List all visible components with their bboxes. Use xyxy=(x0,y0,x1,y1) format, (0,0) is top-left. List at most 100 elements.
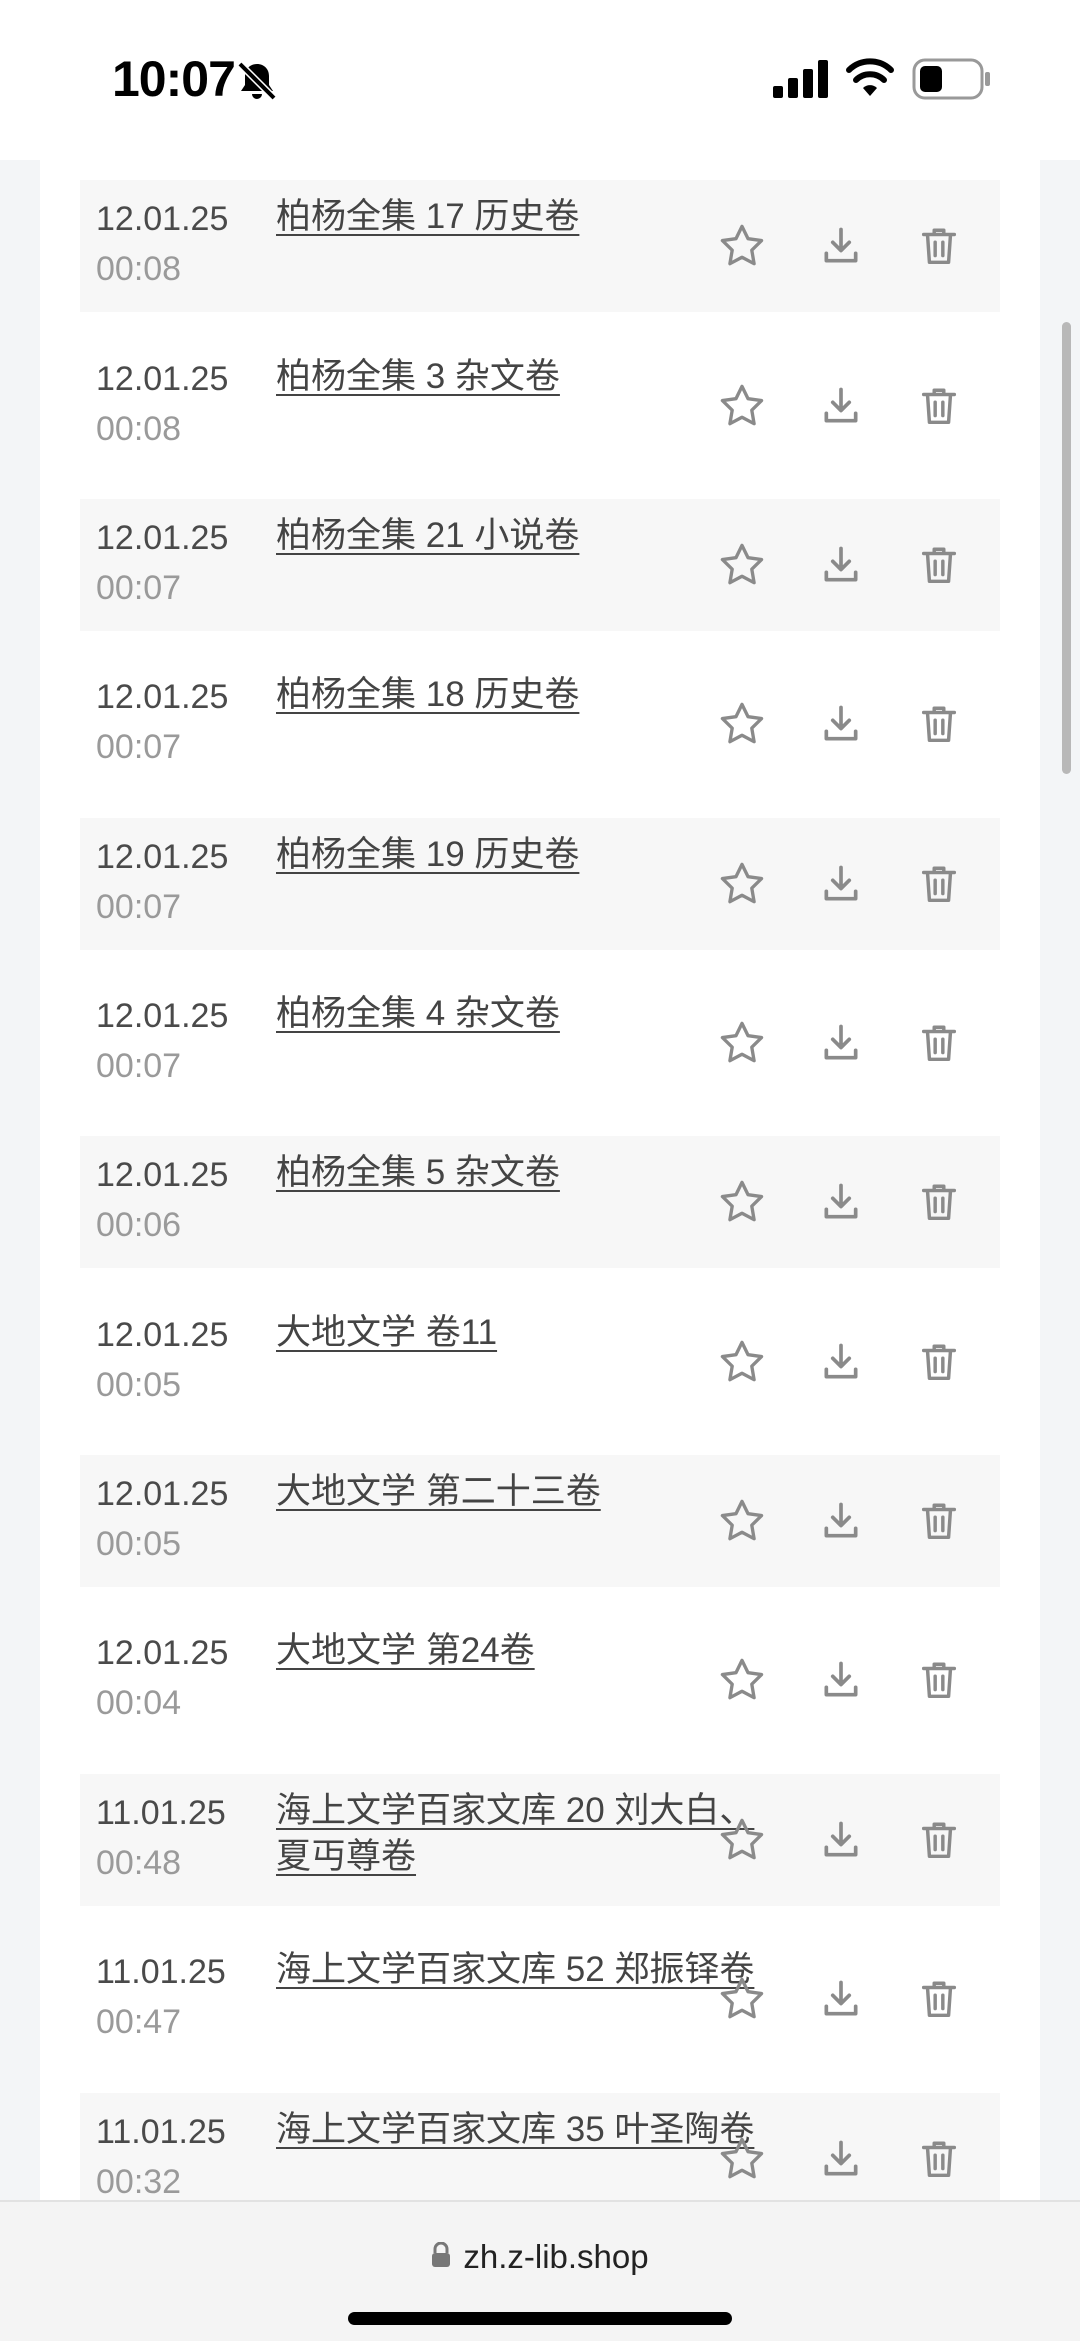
book-title-link[interactable]: 柏杨全集 17 历史卷 xyxy=(276,194,756,240)
list-item: 11.01.25 00:48 海上文学百家文库 20 刘大白、夏丏尊卷 xyxy=(80,1774,1000,1906)
star-icon[interactable] xyxy=(712,1969,772,2029)
download-icon[interactable] xyxy=(811,854,871,914)
battery-icon xyxy=(912,58,992,105)
row-date: 12.01.25 xyxy=(96,360,229,398)
trash-icon[interactable] xyxy=(909,1650,969,1710)
row-date: 12.01.25 xyxy=(96,1156,229,1194)
trash-icon[interactable] xyxy=(909,1969,969,2029)
list-item: 12.01.25 00:04 大地文学 第24卷 xyxy=(80,1614,1000,1746)
download-icon[interactable] xyxy=(811,1332,871,1392)
url-display[interactable]: zh.z-lib.shop xyxy=(0,2238,1080,2276)
list-item: 12.01.25 00:06 柏杨全集 5 杂文卷 xyxy=(80,1136,1000,1268)
row-date: 11.01.25 xyxy=(96,1794,226,1832)
scrollbar[interactable] xyxy=(1062,322,1071,774)
row-date: 12.01.25 xyxy=(96,678,229,716)
list-item: 12.01.25 00:07 柏杨全集 21 小说卷 xyxy=(80,499,1000,631)
download-icon[interactable] xyxy=(811,1650,871,1710)
list-item: 12.01.25 00:08 柏杨全集 3 杂文卷 xyxy=(80,340,1000,472)
star-icon[interactable] xyxy=(712,1013,772,1073)
row-time: 00:32 xyxy=(96,2163,182,2201)
row-date: 12.01.25 xyxy=(96,200,229,238)
download-icon[interactable] xyxy=(811,1172,871,1232)
trash-icon[interactable] xyxy=(909,1491,969,1551)
row-time: 00:08 xyxy=(96,250,182,288)
download-icon[interactable] xyxy=(811,1810,871,1870)
book-title-link[interactable]: 柏杨全集 4 杂文卷 xyxy=(276,991,756,1037)
row-date: 12.01.25 xyxy=(96,997,229,1035)
book-title-link[interactable]: 海上文学百家文库 52 郑振铎卷 xyxy=(276,1947,756,1993)
star-icon[interactable] xyxy=(712,216,772,276)
star-icon[interactable] xyxy=(712,376,772,436)
download-icon[interactable] xyxy=(811,2129,871,2189)
trash-icon[interactable] xyxy=(909,1810,969,1870)
row-date: 11.01.25 xyxy=(96,1953,226,1991)
book-title-link[interactable]: 柏杨全集 5 杂文卷 xyxy=(276,1150,756,1196)
list-item: 12.01.25 00:08 柏杨全集 17 历史卷 xyxy=(80,180,1000,312)
star-icon[interactable] xyxy=(712,694,772,754)
bell-slash-icon xyxy=(234,58,280,104)
star-icon[interactable] xyxy=(712,535,772,595)
row-date: 12.01.25 xyxy=(96,838,229,876)
star-icon[interactable] xyxy=(712,2129,772,2189)
row-date: 12.01.25 xyxy=(96,1634,229,1672)
book-title-link[interactable]: 柏杨全集 18 历史卷 xyxy=(276,672,756,718)
list-item: 12.01.25 00:07 柏杨全集 4 杂文卷 xyxy=(80,977,1000,1109)
browser-url-bar[interactable]: zh.z-lib.shop xyxy=(0,2200,1080,2341)
list-item: 11.01.25 00:47 海上文学百家文库 52 郑振铎卷 xyxy=(80,1933,1000,2065)
status-time: 10:07 xyxy=(112,51,236,107)
row-time: 00:07 xyxy=(96,569,182,607)
url-text: zh.z-lib.shop xyxy=(463,2238,649,2275)
download-icon[interactable] xyxy=(811,1969,871,2029)
star-icon[interactable] xyxy=(712,1810,772,1870)
row-time: 00:08 xyxy=(96,410,182,448)
download-icon[interactable] xyxy=(811,535,871,595)
star-icon[interactable] xyxy=(712,854,772,914)
list-item: 12.01.25 00:05 大地文学 卷11 xyxy=(80,1296,1000,1428)
download-icon[interactable] xyxy=(811,694,871,754)
row-time: 00:48 xyxy=(96,1844,182,1882)
trash-icon[interactable] xyxy=(909,1172,969,1232)
star-icon[interactable] xyxy=(712,1491,772,1551)
trash-icon[interactable] xyxy=(909,694,969,754)
trash-icon[interactable] xyxy=(909,2129,969,2189)
row-time: 00:06 xyxy=(96,1206,182,1244)
row-date: 12.01.25 xyxy=(96,519,229,557)
list-item: 12.01.25 00:07 柏杨全集 18 历史卷 xyxy=(80,658,1000,790)
home-indicator[interactable] xyxy=(348,2312,732,2325)
book-title-link[interactable]: 大地文学 第二十三卷 xyxy=(276,1469,756,1515)
star-icon[interactable] xyxy=(712,1172,772,1232)
list-item: 12.01.25 00:05 大地文学 第二十三卷 xyxy=(80,1455,1000,1587)
book-title-link[interactable]: 海上文学百家文库 35 叶圣陶卷 xyxy=(276,2107,756,2153)
row-time: 00:04 xyxy=(96,1684,182,1722)
row-date: 11.01.25 xyxy=(96,2113,226,2151)
download-icon[interactable] xyxy=(811,376,871,436)
row-time: 00:07 xyxy=(96,1047,182,1085)
trash-icon[interactable] xyxy=(909,1332,969,1392)
star-icon[interactable] xyxy=(712,1332,772,1392)
book-title-link[interactable]: 柏杨全集 3 杂文卷 xyxy=(276,354,756,400)
row-time: 00:05 xyxy=(96,1525,182,1563)
book-title-link[interactable]: 大地文学 卷11 xyxy=(276,1310,756,1356)
download-icon[interactable] xyxy=(811,1013,871,1073)
row-time: 00:07 xyxy=(96,888,182,926)
lock-icon xyxy=(431,2241,451,2273)
row-date: 12.01.25 xyxy=(96,1316,229,1354)
row-date: 12.01.25 xyxy=(96,1475,229,1513)
download-icon[interactable] xyxy=(811,1491,871,1551)
wifi-icon xyxy=(846,56,894,103)
book-title-link[interactable]: 海上文学百家文库 20 刘大白、夏丏尊卷 xyxy=(276,1788,756,1880)
trash-icon[interactable] xyxy=(909,376,969,436)
trash-icon[interactable] xyxy=(909,216,969,276)
trash-icon[interactable] xyxy=(909,854,969,914)
cellular-signal-icon xyxy=(773,60,831,103)
book-title-link[interactable]: 柏杨全集 19 历史卷 xyxy=(276,832,756,878)
trash-icon[interactable] xyxy=(909,535,969,595)
book-title-link[interactable]: 大地文学 第24卷 xyxy=(276,1628,756,1674)
trash-icon[interactable] xyxy=(909,1013,969,1073)
status-bar: 10:07 xyxy=(0,0,1080,160)
book-title-link[interactable]: 柏杨全集 21 小说卷 xyxy=(276,513,756,559)
row-time: 00:05 xyxy=(96,1366,182,1404)
download-icon[interactable] xyxy=(811,216,871,276)
star-icon[interactable] xyxy=(712,1650,772,1710)
list-item: 12.01.25 00:07 柏杨全集 19 历史卷 xyxy=(80,818,1000,950)
